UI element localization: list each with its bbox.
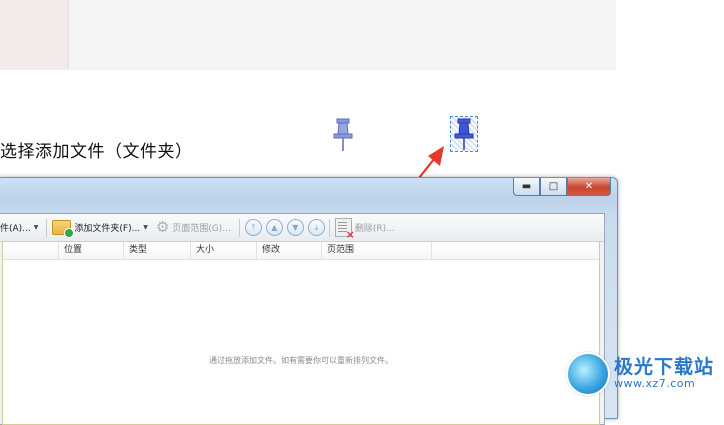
- add-folder-button[interactable]: 添加文件夹(F)... ▼: [52, 220, 148, 238]
- add-folder-label: 添加文件夹(F)...: [74, 224, 141, 234]
- add-file-label: 件(A)...: [0, 224, 31, 234]
- move-bottom-icon[interactable]: ⤓: [307, 219, 325, 236]
- list-header: 位置 类型 大小 修改 页范围: [3, 242, 599, 260]
- top-banner: [0, 0, 616, 70]
- toolbar-separator: [328, 218, 330, 237]
- site-watermark: 极光下载站 www.xz7.com: [566, 352, 714, 396]
- column-header-size[interactable]: 大小: [191, 242, 257, 259]
- toolbar-separator: [46, 218, 48, 237]
- column-header-name[interactable]: [3, 242, 59, 259]
- add-folder-icon: [52, 220, 75, 238]
- toolbar-separator: [238, 218, 240, 237]
- column-header-location[interactable]: 位置: [59, 242, 124, 259]
- watermark-url: www.xz7.com: [614, 377, 696, 391]
- empty-list-hint: 通过拖放添加文件。如有需要你可以重新排列文件。: [209, 356, 393, 365]
- minimize-button[interactable]: ▬: [513, 178, 540, 196]
- page-range-label: 页面范围(G)...: [172, 224, 231, 234]
- column-header-type[interactable]: 类型: [124, 242, 191, 259]
- toolbar: 件(A)... ▼ 添加文件夹(F)... ▼ ⚙ 页面范围(G)... ⤒ ▲…: [0, 214, 604, 242]
- page-range-button[interactable]: ⚙ 页面范围(G)...: [156, 220, 231, 235]
- instruction-text: 选择添加文件（文件夹）: [0, 142, 193, 162]
- watermark-text: 极光下载站 www.xz7.com: [614, 356, 715, 391]
- gear-icon: ⚙: [155, 218, 170, 236]
- top-banner-left-panel: [0, 0, 69, 70]
- file-list[interactable]: 位置 类型 大小 修改 页范围 通过拖放添加文件。如有需要你可以重新排列文件。: [2, 242, 600, 425]
- close-button[interactable]: ✕: [567, 178, 611, 196]
- pin-icon-selected[interactable]: [450, 116, 478, 152]
- watermark-title: 极光下载站: [614, 356, 715, 379]
- delete-button[interactable]: 删除(R)...: [334, 218, 395, 241]
- move-top-icon[interactable]: ⤒: [244, 219, 262, 236]
- app-window: ▬ □ ✕ 件(A)... ▼ 添加文件夹(F)... ▼ ⚙ 页面范围(G).…: [0, 177, 618, 425]
- dropdown-caret-icon[interactable]: ▼: [143, 224, 148, 231]
- dropdown-caret-icon[interactable]: ▼: [34, 224, 39, 231]
- add-file-button[interactable]: 件(A)... ▼: [0, 221, 38, 234]
- move-up-icon[interactable]: ▲: [265, 219, 283, 236]
- delete-icon: [334, 218, 355, 241]
- window-controls: ▬ □ ✕: [513, 178, 611, 196]
- column-header-modified[interactable]: 修改: [257, 242, 322, 259]
- delete-label: 删除(R)...: [354, 224, 395, 234]
- site-logo-icon: [566, 352, 610, 396]
- column-header-page-range[interactable]: 页范围: [322, 242, 432, 259]
- window-client-area: 件(A)... ▼ 添加文件夹(F)... ▼ ⚙ 页面范围(G)... ⤒ ▲…: [0, 213, 605, 425]
- maximize-button[interactable]: □: [540, 178, 567, 196]
- pin-icon: [333, 118, 353, 151]
- move-down-icon[interactable]: ▼: [286, 219, 304, 236]
